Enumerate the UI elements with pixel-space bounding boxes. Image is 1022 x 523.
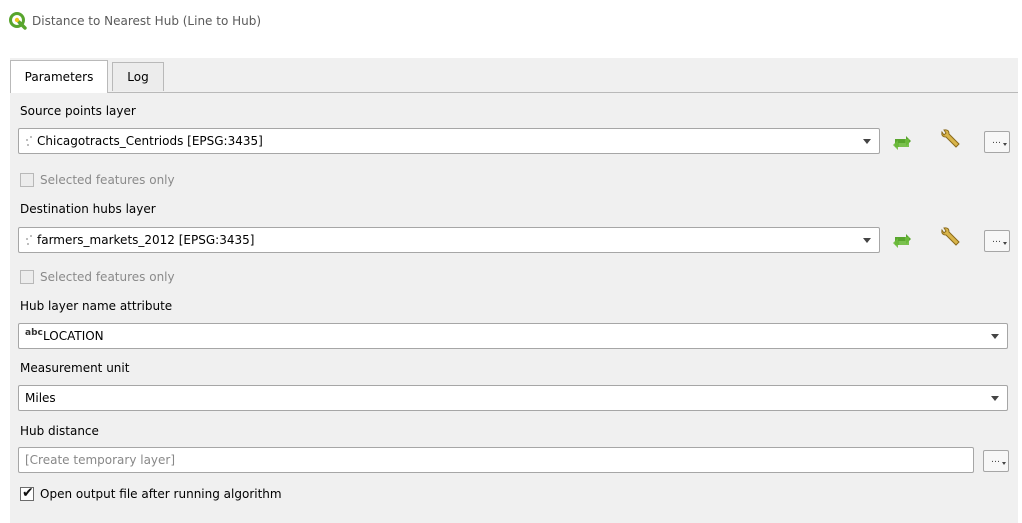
destination-layer-value: farmers_markets_2012 [EPSG:3435] — [37, 233, 255, 247]
point-layer-icon — [26, 136, 32, 146]
destination-layer-combo[interactable]: farmers_markets_2012 [EPSG:3435] — [18, 227, 880, 253]
destination-selected-only-label: Selected features only — [40, 270, 175, 284]
checkbox[interactable] — [20, 173, 34, 187]
hub-distance-options-button[interactable]: … — [983, 450, 1009, 472]
destination-selected-only[interactable]: Selected features only — [20, 269, 320, 287]
dropdown-arrow-icon — [863, 238, 871, 243]
source-layer-label: Source points layer — [20, 104, 136, 118]
tab-parameters-label: Parameters — [24, 70, 94, 84]
open-output-checkbox[interactable]: ✔ — [20, 485, 34, 501]
destination-layer-label: Destination hubs layer — [20, 202, 156, 216]
window-titlebar: Distance to Nearest Hub (Line to Hub) — [0, 0, 1022, 44]
source-layer-value: Chicagotracts_Centriods [EPSG:3435] — [37, 134, 263, 148]
measurement-unit-value: Miles — [25, 391, 56, 405]
wrench-icon[interactable] — [938, 225, 964, 251]
open-output-label: Open output file after running algorithm — [40, 487, 282, 501]
tab-log[interactable]: Log — [112, 62, 164, 91]
iterate-icon[interactable] — [889, 130, 915, 156]
wrench-icon[interactable] — [938, 127, 964, 153]
checkmark-icon: ✔ — [22, 485, 34, 501]
text-field-icon: abc — [25, 328, 43, 338]
iterate-icon[interactable] — [889, 228, 915, 254]
dropdown-arrow-icon — [991, 334, 999, 339]
point-layer-icon — [26, 235, 32, 245]
source-layer-combo[interactable]: Chicagotracts_Centriods [EPSG:3435] — [18, 128, 880, 154]
checkbox[interactable] — [20, 270, 34, 284]
tab-log-label: Log — [127, 70, 149, 84]
source-options-button[interactable]: … — [984, 131, 1010, 153]
chevron-down-icon — [1002, 462, 1006, 465]
qgis-logo-icon — [9, 12, 27, 30]
hub-name-combo[interactable]: abc LOCATION — [18, 323, 1008, 349]
hub-name-value: LOCATION — [43, 329, 104, 343]
measurement-unit-label: Measurement unit — [20, 361, 130, 375]
chevron-down-icon — [1003, 143, 1007, 146]
tab-parameters[interactable]: Parameters — [10, 60, 108, 93]
source-selected-only[interactable]: Selected features only — [20, 172, 320, 190]
chevron-down-icon — [1003, 242, 1007, 245]
hub-distance-input[interactable] — [18, 447, 974, 473]
window-title: Distance to Nearest Hub (Line to Hub) — [32, 14, 262, 28]
hub-distance-label: Hub distance — [20, 424, 99, 438]
measurement-unit-combo[interactable]: Miles — [18, 385, 1008, 411]
open-output-checkbox-row[interactable]: ✔ Open output file after running algorit… — [20, 485, 420, 504]
source-selected-only-label: Selected features only — [40, 173, 175, 187]
dropdown-arrow-icon — [991, 396, 999, 401]
destination-options-button[interactable]: … — [984, 230, 1010, 252]
hub-name-label: Hub layer name attribute — [20, 299, 173, 313]
dropdown-arrow-icon — [863, 139, 871, 144]
